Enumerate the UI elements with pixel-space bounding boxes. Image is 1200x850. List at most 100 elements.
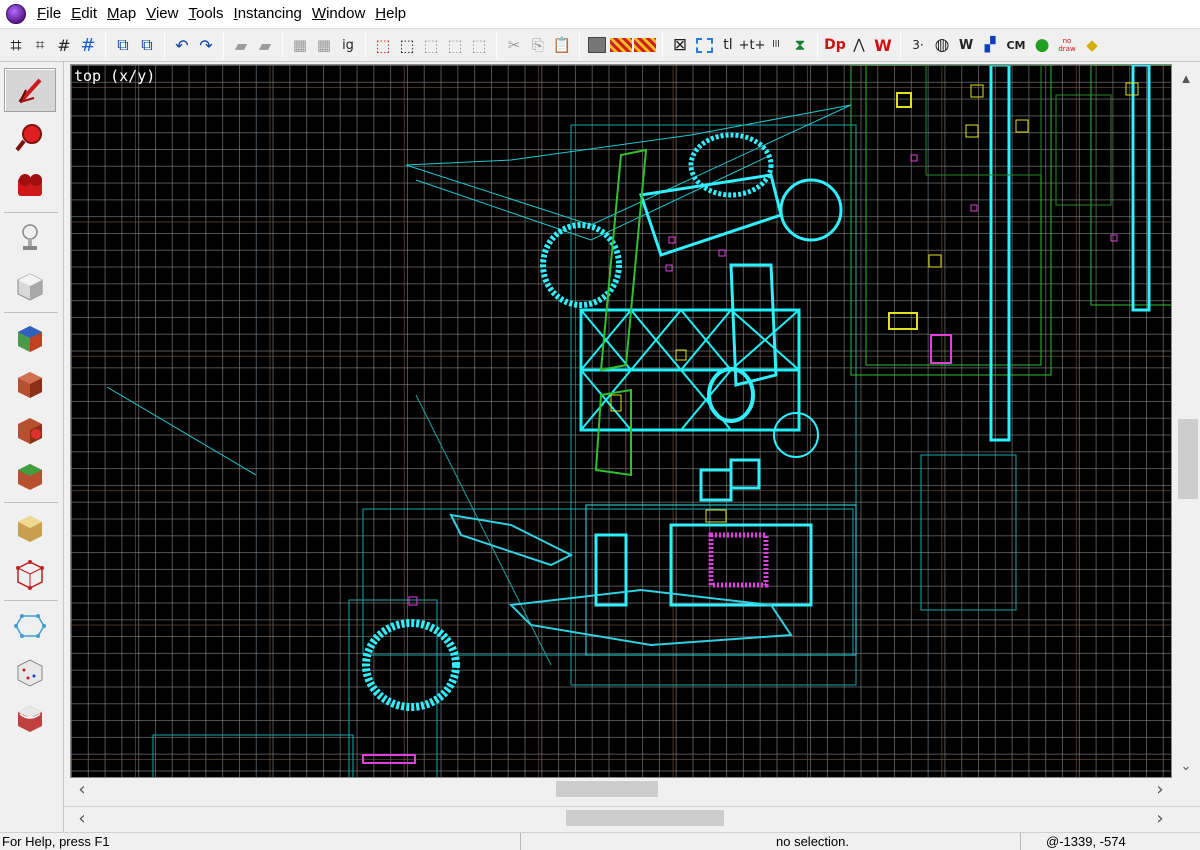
block-brush-button[interactable] xyxy=(4,264,56,308)
entity-button[interactable] xyxy=(4,216,56,260)
selection-by-handles-icon[interactable] xyxy=(693,34,715,56)
cordon-icon[interactable] xyxy=(610,38,632,52)
horizontal-scroll-thumb[interactable] xyxy=(556,781,658,797)
show-hidden-icon[interactable]: ⬚ xyxy=(420,34,442,56)
menu-file[interactable]: File xyxy=(32,0,66,28)
magnify-button[interactable] xyxy=(4,116,56,160)
selection-pointer-icon xyxy=(18,78,42,104)
yellow-entity xyxy=(675,349,687,361)
cubemap-display-icon[interactable]: ▞ xyxy=(979,34,1001,56)
green-brush xyxy=(594,388,632,477)
menu-bar: File Edit Map View Tools Instancing Wind… xyxy=(0,0,1200,28)
gray-box-icon xyxy=(588,37,606,53)
sound-button[interactable] xyxy=(4,650,56,694)
selection-box-icon[interactable]: ⊠ xyxy=(669,34,691,56)
toolbar-separator xyxy=(900,32,901,58)
scroll-left-arrow-icon[interactable]: ‹ xyxy=(72,778,92,800)
toolbar-separator xyxy=(365,32,366,58)
column-wire xyxy=(989,65,1011,442)
cut-icon[interactable]: ✂ xyxy=(503,34,525,56)
texture-lock-icon[interactable]: ▦ xyxy=(289,34,311,56)
quick-hide-icon[interactable]: ⬚ xyxy=(468,34,490,56)
apply-current-texture-button[interactable] xyxy=(4,362,56,406)
hide-selected-icon[interactable]: ⬚ xyxy=(372,34,394,56)
run-map-icon[interactable]: ⧗ xyxy=(789,34,811,56)
scroll-down-arrow-icon[interactable]: ⌄ xyxy=(1172,756,1200,776)
pipe-wire xyxy=(639,173,783,257)
copy-icon[interactable]: ⎘ xyxy=(527,34,549,56)
camera-button[interactable] xyxy=(4,164,56,208)
carve-icon[interactable]: ▰ xyxy=(230,34,252,56)
detail-toggle-icon[interactable]: Dp xyxy=(824,34,846,56)
scroll-right-arrow-icon[interactable]: › xyxy=(1150,807,1170,829)
group-icon[interactable]: ⧉ xyxy=(112,34,134,56)
cordon-edit-icon[interactable] xyxy=(634,38,656,52)
clipping-button[interactable] xyxy=(4,506,56,550)
lod-icon[interactable]: lll xyxy=(765,34,787,56)
yellow-cheese-icon[interactable]: ◆ xyxy=(1081,34,1103,56)
vertex-tool-button[interactable] xyxy=(4,552,56,596)
entity-marker xyxy=(970,204,978,212)
viewport-horizontal-scrollbar[interactable]: ‹ › xyxy=(70,778,1172,800)
wireframe-mode-icon[interactable]: W xyxy=(955,34,977,56)
texture-scale-lock-icon[interactable]: ▦ xyxy=(313,34,335,56)
selection-pointer-button[interactable] xyxy=(4,68,56,112)
sphere-icon[interactable]: ◍ xyxy=(931,34,953,56)
vertical-scroll-thumb[interactable] xyxy=(1178,419,1198,499)
vertical-scrollbar[interactable]: ▲ ⌄ xyxy=(1172,64,1200,778)
ungroup-icon[interactable]: ⧉ xyxy=(136,34,158,56)
palette-separator xyxy=(4,312,58,313)
green-globe-icon[interactable]: ● xyxy=(1031,34,1053,56)
ignore-groups-icon[interactable]: ig xyxy=(337,34,359,56)
wire-polygon xyxy=(405,104,852,226)
menu-view[interactable]: View xyxy=(141,0,183,28)
toolbar-brush-block-icon[interactable] xyxy=(586,34,608,56)
grid-toggle-icon[interactable]: ⌗ xyxy=(5,33,27,57)
scroll-right-arrow-icon[interactable]: › xyxy=(1150,778,1170,800)
scroll-up-arrow-icon[interactable]: ▲ xyxy=(1172,68,1200,88)
toggle-tl-icon[interactable]: tl xyxy=(717,34,739,56)
texture-apply-button[interactable] xyxy=(4,316,56,360)
redo-icon[interactable]: ↷ xyxy=(195,34,217,56)
sprinkle-button[interactable] xyxy=(4,696,56,740)
dashed-box-icon xyxy=(695,37,713,53)
lighting-preview-icon[interactable]: 3· xyxy=(907,34,929,56)
scroll-left-arrow-icon[interactable]: ‹ xyxy=(72,807,92,829)
entity-marker xyxy=(1110,234,1118,242)
toolbar-separator xyxy=(282,32,283,58)
toolbar-separator xyxy=(496,32,497,58)
menu-instancing[interactable]: Instancing xyxy=(229,0,307,28)
menu-tools[interactable]: Tools xyxy=(183,0,228,28)
status-divider xyxy=(520,833,521,850)
texture-apply-icon xyxy=(18,326,42,352)
grid-larger-icon[interactable]: # xyxy=(77,34,99,56)
overlay-button[interactable] xyxy=(4,454,56,498)
window-horizontal-scrollbar[interactable]: ‹ › xyxy=(64,806,1200,829)
wire-box xyxy=(570,124,857,686)
entity-marker xyxy=(668,236,676,244)
column-wire xyxy=(1131,65,1151,312)
menu-window[interactable]: Window xyxy=(307,0,370,28)
hollow-icon[interactable]: ▰ xyxy=(254,34,276,56)
viewport-label[interactable]: top (x/y) xyxy=(74,67,155,85)
wireframe-filter-icon[interactable]: W xyxy=(872,34,894,56)
path-tool-button[interactable] xyxy=(4,604,56,648)
grid-3d-icon[interactable]: ⌗ xyxy=(29,34,51,56)
decal-button[interactable] xyxy=(4,408,56,452)
horizontal-scroll-thumb[interactable] xyxy=(566,810,724,826)
toggle-autosave-icon[interactable]: ⬚ xyxy=(444,34,466,56)
grid-smaller-icon[interactable]: # xyxy=(53,34,75,56)
cubemap-toggle-icon[interactable]: CM xyxy=(1003,34,1029,56)
palette-separator xyxy=(4,600,58,601)
menu-help[interactable]: Help xyxy=(370,0,411,28)
menu-map[interactable]: Map xyxy=(102,0,141,28)
transform-icon[interactable]: +t+ xyxy=(739,34,766,56)
3d-filter-icon[interactable]: ⋀ xyxy=(848,34,870,56)
2d-viewport-top[interactable]: top (x/y) xyxy=(70,64,1172,778)
menu-edit[interactable]: Edit xyxy=(66,0,102,28)
nodraw-toggle-icon[interactable]: no draw xyxy=(1055,34,1079,56)
entity-marker xyxy=(362,754,416,764)
hide-unselected-icon[interactable]: ⬚ xyxy=(396,34,418,56)
undo-icon[interactable]: ↶ xyxy=(171,34,193,56)
paste-icon[interactable]: 📋 xyxy=(551,34,573,56)
